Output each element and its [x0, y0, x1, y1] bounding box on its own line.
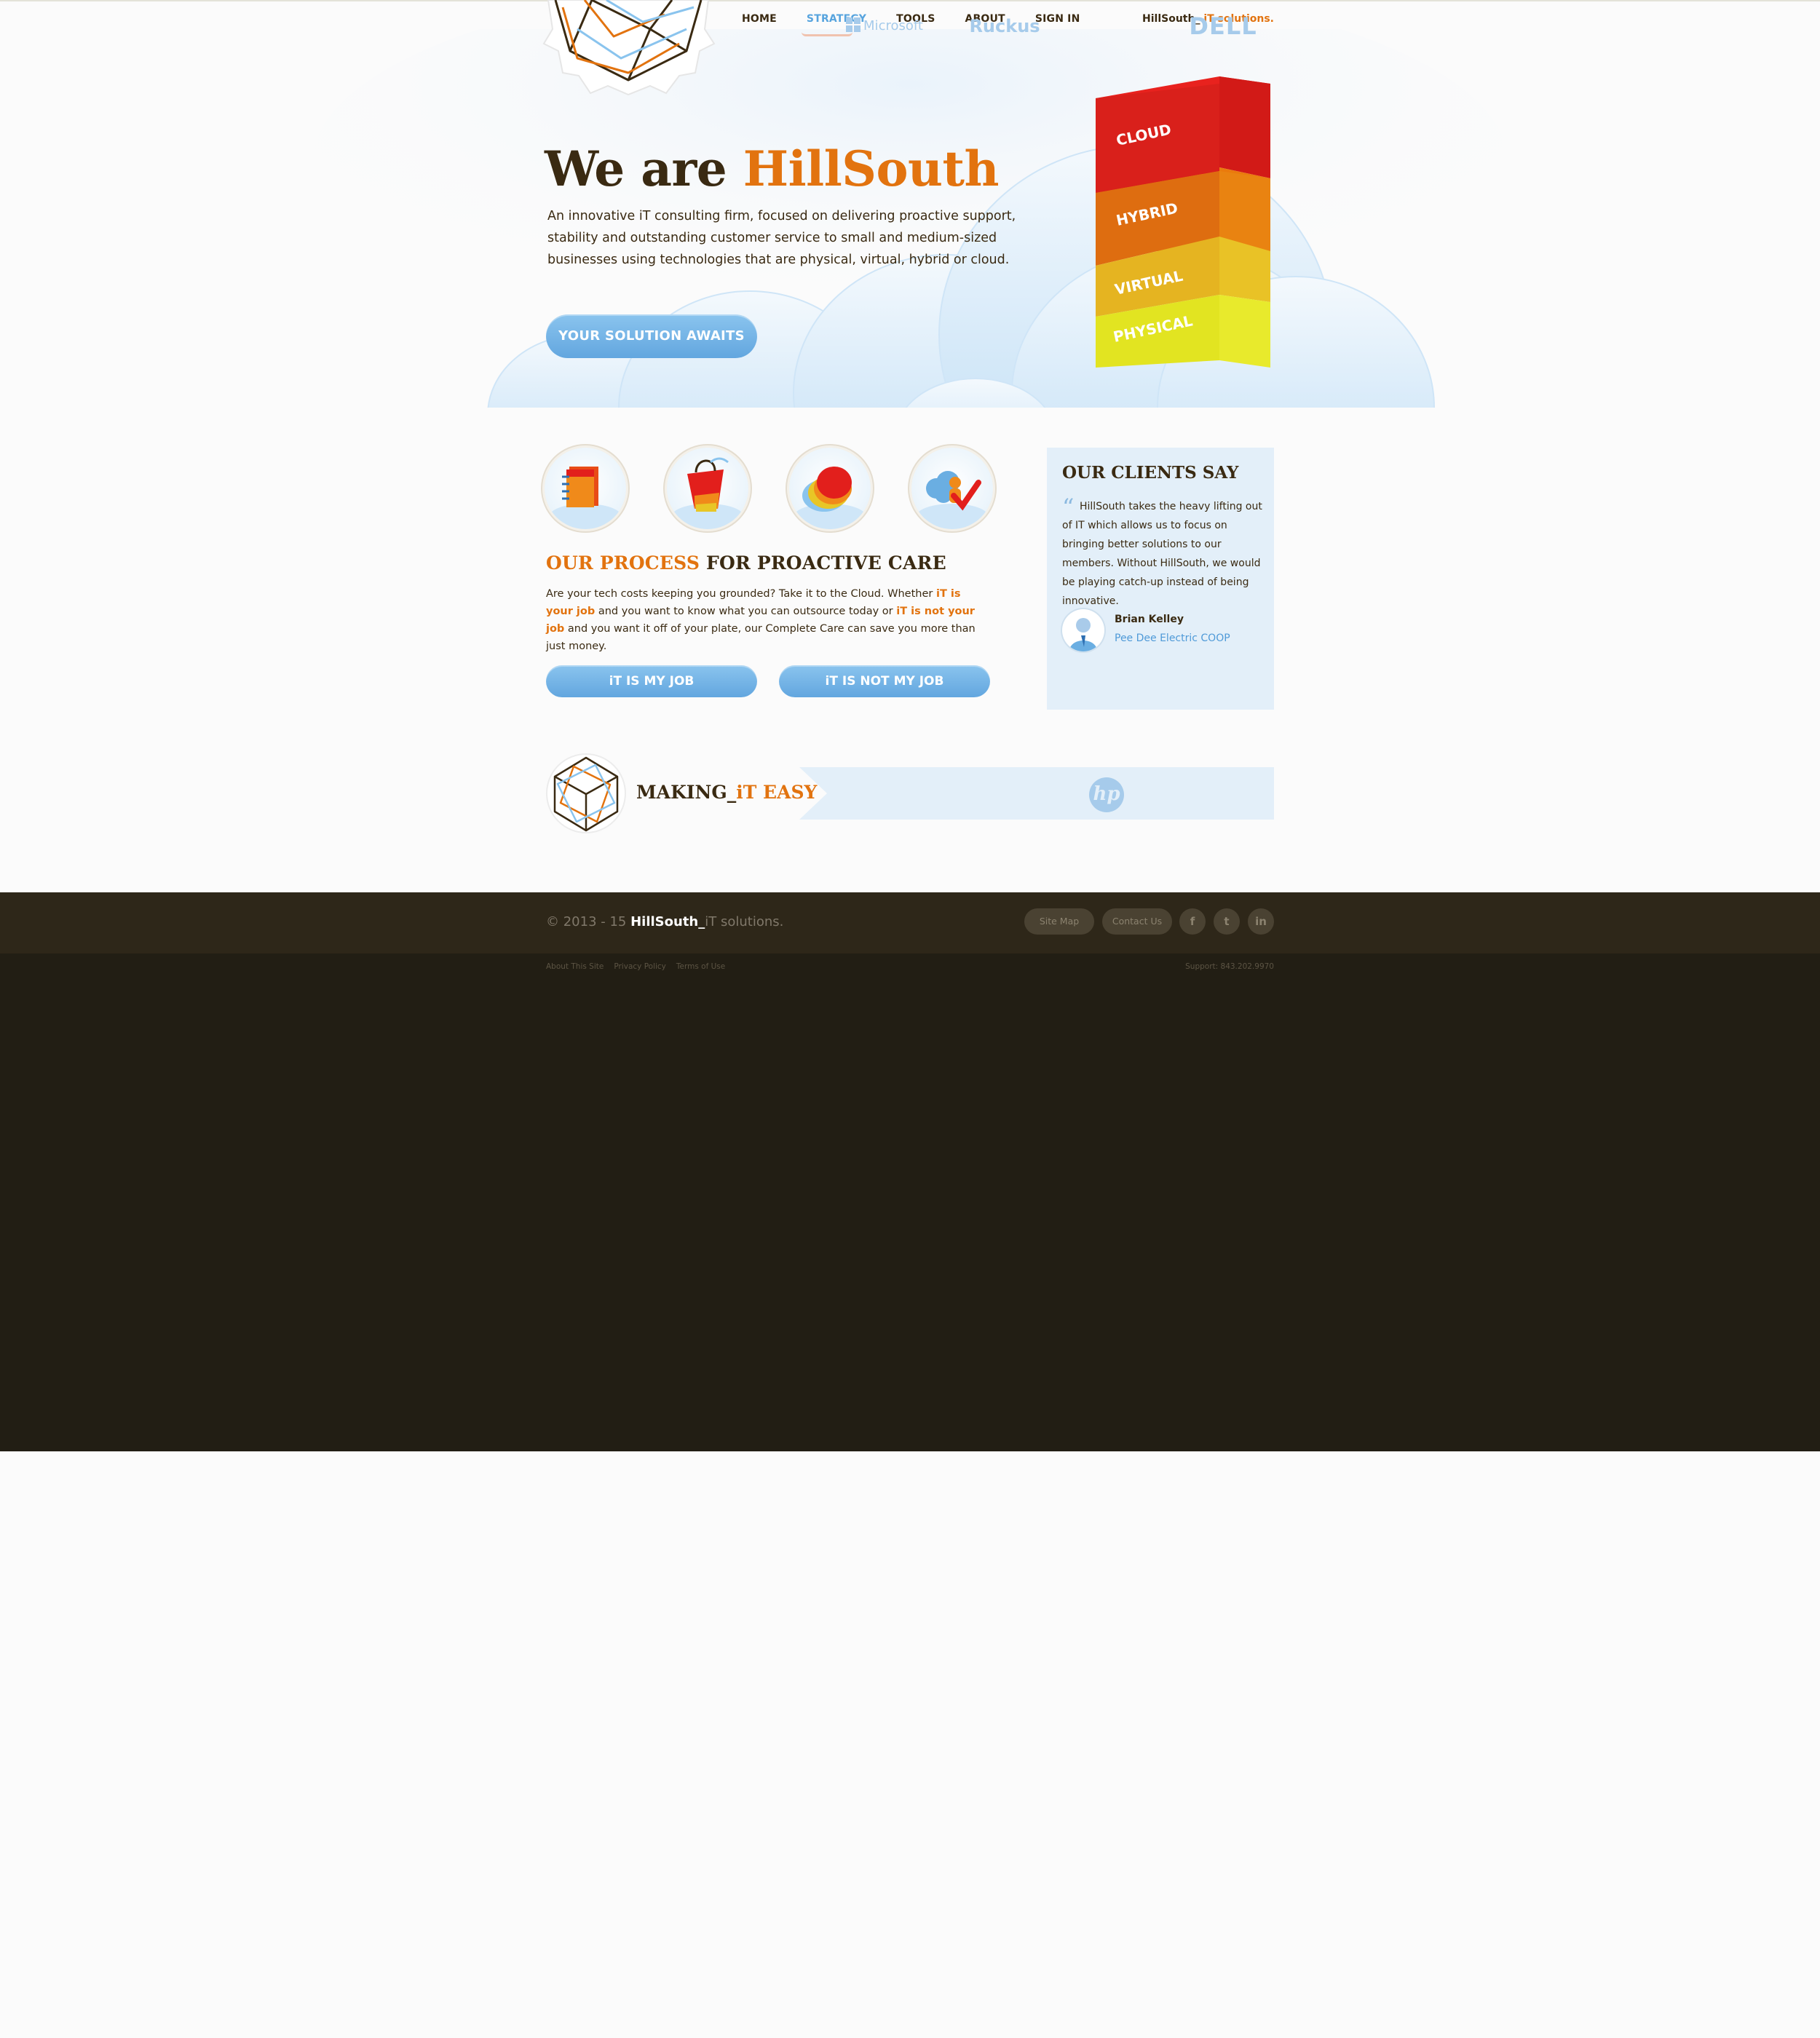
process-title: OUR PROCESS FOR PROACTIVE CARE	[546, 550, 946, 576]
nav-sign-in[interactable]: SIGN IN	[1035, 10, 1080, 32]
microsoft-label: Microsoft	[863, 18, 923, 33]
notebook-icon[interactable]	[545, 448, 626, 529]
it-is-not-my-job-button[interactable]: iT IS NOT MY JOB	[779, 665, 990, 697]
avatar	[1062, 609, 1104, 651]
process-icons	[545, 448, 1034, 529]
testimonial-author: Brian Kelley	[1115, 614, 1184, 625]
footer-top-bar	[0, 892, 1820, 953]
linkedin-icon[interactable]: in	[1248, 908, 1274, 935]
technology-tower: CLOUD HYBRID VIRTUAL PHYSICAL	[1096, 76, 1270, 368]
partner-hp[interactable]: hp	[1089, 777, 1128, 812]
footer-legal-links: About This Site Privacy Policy Terms of …	[546, 962, 735, 971]
process-title-rest: FOR PROACTIVE CARE	[700, 552, 946, 574]
process-text-1: Are your tech costs keeping you grounded…	[546, 588, 936, 600]
copyright-prefix: © 2013 - 15	[546, 914, 631, 929]
speech-bubble-icon[interactable]	[789, 448, 871, 529]
partner-microsoft[interactable]: Microsoft	[844, 0, 925, 52]
testimonial-title: OUR CLIENTS SAY	[1062, 463, 1239, 483]
nav-home[interactable]: HOME	[742, 10, 777, 32]
making-it-easy-title: MAKING_iT EASY	[636, 780, 817, 806]
ruckus-label: Ruckus	[969, 16, 1040, 36]
testimonial-organization[interactable]: Pee Dee Electric COOP	[1115, 633, 1230, 644]
it-is-my-job-button[interactable]: iT IS MY JOB	[546, 665, 757, 697]
copyright-brand: HillSouth_	[630, 914, 705, 929]
testimonial-panel: OUR CLIENTS SAY “ HillSouth takes the he…	[1047, 448, 1274, 710]
windows-icon	[846, 17, 861, 32]
partner-dell[interactable]: DELL	[1185, 0, 1261, 52]
partner-strip-background	[799, 767, 1274, 820]
site-map-button[interactable]: Site Map	[1024, 908, 1094, 935]
making-title-dark: MAKING_	[636, 782, 737, 803]
hero-title-prefix: We are	[545, 140, 743, 197]
testimonial-quote: HillSouth takes the heavy lifting out of…	[1062, 501, 1262, 607]
footer-bottom-area	[0, 953, 1820, 1451]
hp-label: hp	[1093, 783, 1120, 805]
cloud-check-icon[interactable]	[911, 448, 993, 529]
contact-us-button[interactable]: Contact Us	[1102, 908, 1172, 935]
main-nav: HOME STRATEGY TOOLS ABOUT SIGN IN	[742, 10, 1110, 32]
partner-ruckus[interactable]: Ruckus	[968, 0, 1041, 52]
support-phone: Support: 843.202.9970	[1185, 962, 1274, 971]
copyright-suffix: iT solutions.	[705, 914, 784, 929]
process-description: Are your tech costs keeping you grounded…	[546, 585, 990, 655]
terms-of-use-link[interactable]: Terms of Use	[676, 962, 725, 971]
hp-logo-icon: hp	[1089, 777, 1124, 812]
hillsouth-logo[interactable]	[541, 0, 716, 96]
process-text-3: and you want it off of your plate, our C…	[546, 623, 976, 652]
footer-copyright: © 2013 - 15 HillSouth_iT solutions.	[546, 912, 783, 932]
hero-description: An innovative iT consulting firm, focuse…	[547, 209, 1016, 267]
making-it-easy-logo-icon	[546, 753, 626, 833]
hero-title: We are HillSouth	[545, 140, 999, 198]
twitter-icon[interactable]: t	[1214, 908, 1240, 935]
hero-title-brand: HillSouth	[743, 140, 1000, 197]
about-this-site-link[interactable]: About This Site	[546, 962, 604, 971]
facebook-icon[interactable]: f	[1179, 908, 1206, 935]
process-text-2: and you want to know what you can outsou…	[595, 606, 897, 617]
process-title-accent: OUR PROCESS	[546, 552, 700, 574]
dell-label: DELL	[1189, 12, 1257, 40]
solution-cta-button[interactable]: YOUR SOLUTION AWAITS	[546, 314, 757, 358]
shopping-bag-icon[interactable]	[667, 448, 748, 529]
privacy-policy-link[interactable]: Privacy Policy	[614, 962, 666, 971]
